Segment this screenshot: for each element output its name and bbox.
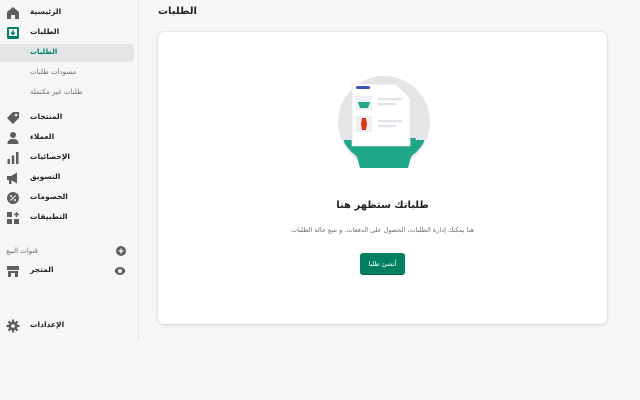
apps-icon (7, 212, 19, 224)
sidebar-item-marketing[interactable]: التسويق (0, 168, 134, 188)
empty-state-card: طلباتك ستظهر هنا هنا يمكنك إدارة الطلبات… (158, 32, 607, 324)
sidebar-subitem-label: الطلبات (30, 48, 58, 56)
tag-icon (7, 112, 19, 124)
sidebar-item-apps[interactable]: التطبيقات (0, 208, 134, 228)
person-icon (7, 132, 19, 144)
sidebar-item-online-store[interactable]: المتجر (0, 261, 134, 281)
orders-icon (7, 27, 19, 39)
sidebar-subitem-orders[interactable]: الطلبات (0, 44, 134, 62)
sidebar: الرئيسية الطلبات الطلبات مسودات طلبات طل… (0, 0, 139, 340)
sidebar-item-products[interactable]: المنتجات (0, 108, 134, 128)
create-order-button[interactable]: أنشئ طلبا (360, 253, 405, 275)
page-title: الطلبات (158, 6, 197, 17)
sidebar-item-label: الطلبات (30, 27, 60, 36)
sidebar-subitem-label: طلبات غير مكتملة (30, 88, 83, 96)
empty-state-heading: طلباتك ستظهر هنا (336, 200, 429, 211)
sidebar-subitem-label: مسودات طلبات (30, 68, 77, 76)
sales-channels-heading: قنوات البيع (6, 247, 38, 255)
add-sales-channel-icon[interactable] (116, 246, 126, 256)
sidebar-item-orders[interactable]: الطلبات (0, 23, 134, 43)
megaphone-icon (7, 172, 17, 184)
gear-icon (6, 319, 20, 333)
sidebar-item-label: التطبيقات (30, 212, 68, 221)
sidebar-item-label: المتجر (30, 265, 54, 274)
sidebar-item-home[interactable]: الرئيسية (0, 3, 134, 23)
store-icon (7, 266, 19, 277)
sidebar-item-label: الإحصائيات (30, 152, 70, 161)
discount-icon (7, 192, 19, 204)
empty-state-description: هنا يمكنك إدارة الطلبات، الحصول على الدف… (290, 226, 475, 234)
sidebar-item-label: العملاء (30, 132, 55, 141)
sidebar-item-customers[interactable]: العملاء (0, 128, 134, 148)
home-icon (7, 7, 19, 19)
sidebar-item-settings[interactable]: الإعدادات (0, 316, 134, 336)
sidebar-item-label: المنتجات (30, 112, 63, 121)
sidebar-subitem-draft-orders[interactable]: مسودات طلبات (0, 64, 134, 82)
sidebar-item-label: التسويق (30, 172, 61, 181)
sidebar-item-label: الخصومات (30, 192, 68, 201)
sidebar-item-discounts[interactable]: الخصومات (0, 188, 134, 208)
sidebar-item-label: الإعدادات (30, 320, 65, 329)
bar-chart-icon (7, 152, 19, 164)
sidebar-item-label: الرئيسية (30, 7, 62, 16)
sidebar-item-analytics[interactable]: الإحصائيات (0, 148, 134, 168)
eye-icon[interactable] (114, 265, 126, 277)
sidebar-subitem-abandoned-checkouts[interactable]: طلبات غير مكتملة (0, 84, 134, 102)
orders-empty-illustration (338, 76, 430, 168)
